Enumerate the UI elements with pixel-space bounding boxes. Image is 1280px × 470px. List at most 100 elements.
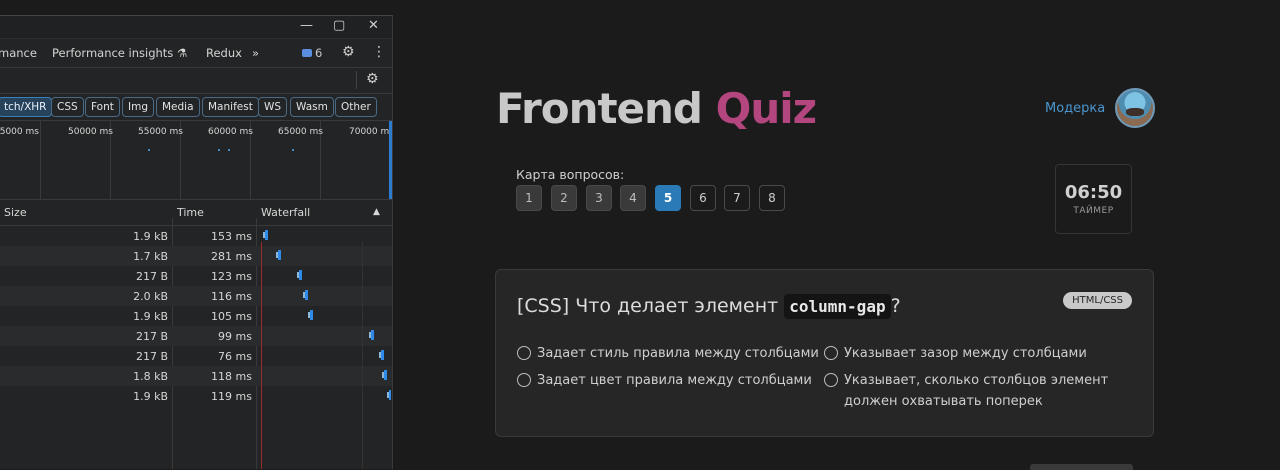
column-size-header[interactable]: Size <box>4 206 27 219</box>
overview-tick: 45000 ms <box>0 127 39 137</box>
column-waterfall-header[interactable]: Waterfall <box>261 206 310 219</box>
radio-icon[interactable] <box>824 373 838 387</box>
row-time: 123 ms <box>211 270 252 283</box>
sort-ascending-icon[interactable]: ▲ <box>373 207 380 217</box>
row-size: 1.9 kB <box>133 310 168 323</box>
answer-option-1[interactable]: Задает стиль правила между столбцами <box>517 343 819 364</box>
kebab-menu-icon[interactable]: ⋮ <box>372 44 386 60</box>
devtools-titlebar: — ▢ ✕ <box>0 16 392 39</box>
row-time: 281 ms <box>211 250 252 263</box>
table-row[interactable]: 1.9 kB 119 ms <box>0 386 392 406</box>
requests-table-body: 1.9 kB 153 ms 1.7 kB 281 ms 217 B 123 ms 2.… <box>0 226 392 406</box>
row-time: 119 ms <box>211 390 252 403</box>
overview-request-mark <box>228 149 230 151</box>
row-size: 217 B <box>135 270 168 283</box>
avatar[interactable] <box>1115 88 1155 128</box>
radio-icon[interactable] <box>517 346 531 360</box>
filter-ws[interactable]: WS <box>258 97 288 117</box>
radio-icon[interactable] <box>824 346 838 360</box>
row-size: 1.9 kB <box>133 230 168 243</box>
waterfall-bar <box>382 370 387 380</box>
question-code: column-gap <box>784 294 891 319</box>
minimize-button[interactable]: — <box>300 19 313 33</box>
avatar-image <box>1126 108 1144 116</box>
tab-performance[interactable]: mance <box>0 46 37 60</box>
filter-other[interactable]: Other <box>335 97 377 117</box>
requests-table-header: Size Time Waterfall ▲ <box>0 200 392 226</box>
question-button-2[interactable]: 2 <box>551 185 577 211</box>
filter-media[interactable]: Media <box>156 97 200 117</box>
overview-tick: 50000 ms <box>68 127 113 137</box>
question-button-3[interactable]: 3 <box>586 185 612 211</box>
messages-badge[interactable]: 6 <box>302 46 322 60</box>
overview-tick: 55000 ms <box>138 127 183 137</box>
network-overview[interactable]: 45000 ms 50000 ms 55000 ms 60000 ms 6500… <box>0 121 392 200</box>
row-size: 1.8 kB <box>133 370 168 383</box>
user-name-link[interactable]: Модерка <box>1045 101 1105 116</box>
row-size: 1.9 kB <box>133 390 168 403</box>
question-button-7[interactable]: 7 <box>724 185 750 211</box>
devtools-tabs: mance Performance insights ⚗ Redux » 6 ⚙… <box>0 39 392 68</box>
tab-performance-insights[interactable]: Performance insights ⚗ <box>52 46 187 60</box>
site-logo[interactable]: Frontend Quiz <box>496 84 817 133</box>
waterfall-bar <box>303 290 308 300</box>
row-size: 217 B <box>135 330 168 343</box>
overview-gridline <box>40 121 41 199</box>
overview-request-mark <box>218 149 220 151</box>
tab-redux[interactable]: Redux <box>206 46 242 60</box>
timer: 06:50 ТАЙМЕР <box>1055 164 1132 234</box>
filter-wasm[interactable]: Wasm <box>290 97 334 117</box>
overview-tick: 65000 ms <box>278 127 323 137</box>
gear-icon[interactable]: ⚙ <box>342 44 355 60</box>
table-row[interactable]: 1.9 kB 105 ms <box>0 306 392 326</box>
table-row[interactable]: 1.8 kB 118 ms <box>0 366 392 386</box>
table-row[interactable]: 217 B 99 ms <box>0 326 392 346</box>
maximize-button[interactable]: ▢ <box>333 19 345 33</box>
logo-text-frontend: Frontend <box>496 84 703 133</box>
next-button-partial[interactable] <box>1030 464 1133 470</box>
network-settings-gear-icon[interactable]: ⚙ <box>366 71 379 87</box>
overview-request-mark <box>148 149 150 151</box>
load-event-line <box>261 242 262 469</box>
close-button[interactable]: ✕ <box>368 19 379 33</box>
row-time: 153 ms <box>211 230 252 243</box>
filter-css[interactable]: CSS <box>51 97 84 117</box>
question-card: [CSS] Что делает элемент column-gap? HTM… <box>495 269 1154 437</box>
filter-fetch-xhr[interactable]: tch/XHR <box>0 97 53 117</box>
waterfall-bar <box>369 330 374 340</box>
table-row[interactable]: 217 B 123 ms <box>0 266 392 286</box>
waterfall-bar <box>379 350 384 360</box>
filter-manifest[interactable]: Manifest <box>202 97 259 117</box>
waterfall-bar <box>297 270 302 280</box>
row-time: 76 ms <box>218 350 252 363</box>
timer-value: 06:50 <box>1064 182 1123 203</box>
more-tabs-icon[interactable]: » <box>252 46 259 60</box>
question-button-4[interactable]: 4 <box>620 185 646 211</box>
filter-img[interactable]: Img <box>122 97 154 117</box>
question-button-6[interactable]: 6 <box>690 185 716 211</box>
waterfall-bar <box>276 250 281 260</box>
table-row[interactable]: 1.7 kB 281 ms <box>0 246 392 266</box>
column-time-header[interactable]: Time <box>177 206 204 219</box>
question-button-5[interactable]: 5 <box>655 185 681 211</box>
filter-font[interactable]: Font <box>85 97 120 117</box>
question-button-8[interactable]: 8 <box>759 185 785 211</box>
overview-tick: 60000 ms <box>208 127 253 137</box>
answer-option-3[interactable]: Задает цвет правила между столбцами <box>517 370 812 391</box>
answer-option-2[interactable]: Указывает зазор между столбцами <box>824 343 1087 364</box>
table-row[interactable]: 2.0 kB 116 ms <box>0 286 392 306</box>
timer-label: ТАЙМЕР <box>1073 206 1114 216</box>
toolbar-divider <box>356 71 357 89</box>
waterfall-bar <box>263 230 268 240</box>
waterfall-bar <box>308 310 313 320</box>
waterfall-bar <box>387 390 391 400</box>
table-row[interactable]: 217 B 76 ms <box>0 346 392 366</box>
row-time: 118 ms <box>211 370 252 383</box>
overview-request-mark <box>292 149 294 151</box>
radio-icon[interactable] <box>517 373 531 387</box>
answer-option-4[interactable]: Указывает, сколько столбцов элемент долж… <box>824 370 1124 412</box>
overview-selection-handle[interactable] <box>389 121 392 199</box>
table-row[interactable]: 1.9 kB 153 ms <box>0 226 392 246</box>
question-button-1[interactable]: 1 <box>516 185 542 211</box>
row-time: 105 ms <box>211 310 252 323</box>
